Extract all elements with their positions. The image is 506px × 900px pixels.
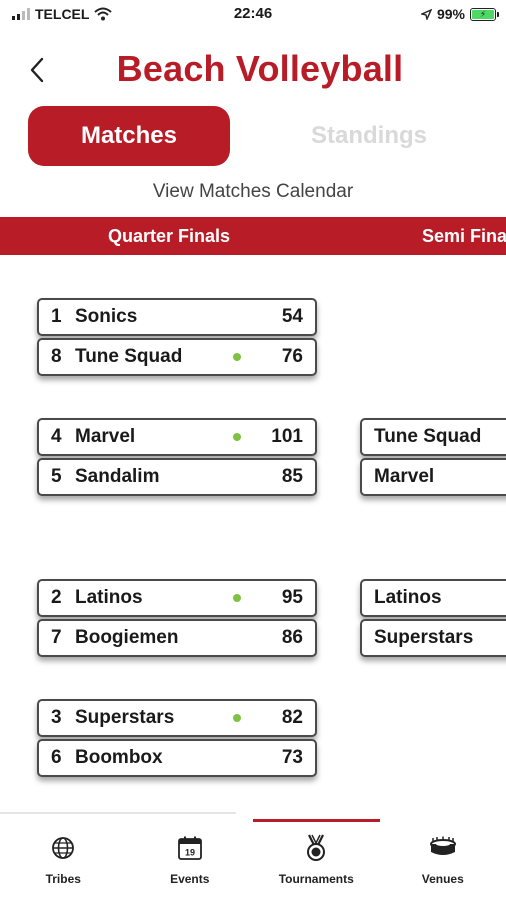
team-score: 76 (281, 346, 303, 367)
team-seed: 4 (51, 426, 62, 447)
team-name: Sonics (75, 306, 138, 327)
status-bar: TELCEL 22:46 99% ⚡ (0, 0, 506, 30)
team-row[interactable]: 4 Marvel 101 (37, 418, 317, 456)
team-name: Latinos (374, 587, 442, 608)
round-label-semi-finals[interactable]: Semi Finals (422, 217, 506, 255)
winner-dot (233, 353, 241, 361)
round-label-quarter-finals[interactable]: Quarter Finals (108, 217, 230, 255)
winner-dot (233, 594, 241, 602)
team-score: 82 (281, 707, 303, 728)
team-score: 54 (281, 306, 303, 327)
team-score: 101 (271, 426, 303, 447)
team-name: Superstars (75, 707, 175, 728)
team-name: Marvel (75, 426, 136, 447)
nav-item-tribes[interactable]: Tribes (0, 822, 127, 900)
team-seed: 1 (51, 306, 62, 327)
team-row[interactable]: 6 Boombox 73 (37, 739, 317, 777)
team-seed: 7 (51, 627, 62, 648)
team-name: Tune Squad (75, 346, 183, 367)
view-calendar-link[interactable]: View Matches Calendar (0, 181, 506, 203)
team-seed: 5 (51, 466, 62, 487)
team-row[interactable]: Tune Squad (360, 418, 506, 456)
medal-icon (302, 834, 330, 862)
calendar-icon: 19 (176, 834, 204, 862)
status-right: 99% ⚡ (420, 6, 499, 22)
page-title: Beach Volleyball (116, 48, 404, 89)
team-score: 86 (281, 627, 303, 648)
nav-divider (0, 812, 236, 814)
team-seed: 6 (51, 747, 62, 768)
team-name: Latinos (75, 587, 143, 608)
team-row[interactable]: Latinos (360, 579, 506, 617)
team-row[interactable]: Superstars (360, 619, 506, 657)
team-row[interactable]: 8 Tune Squad 76 (37, 338, 317, 376)
location-arrow-icon (420, 8, 432, 20)
nav-label: Tribes (45, 872, 81, 886)
team-name: Superstars (374, 627, 474, 648)
team-score: 73 (281, 747, 303, 768)
nav-label: Venues (421, 872, 464, 886)
battery-icon: ⚡ (470, 7, 499, 21)
charging-bolt-icon: ⚡ (472, 9, 494, 19)
team-name: Sandalim (75, 466, 160, 487)
globe-icon (49, 834, 77, 862)
team-row[interactable]: 1 Sonics 54 (37, 298, 317, 336)
team-score: 85 (281, 466, 303, 487)
team-name: Boombox (75, 747, 163, 768)
winner-dot (233, 433, 241, 441)
team-row[interactable]: 7 Boogiemen 86 (37, 619, 317, 657)
team-score: 95 (281, 587, 303, 608)
round-header-bar: Quarter Finals Semi Finals (0, 217, 506, 255)
team-name: Tune Squad (374, 426, 482, 447)
nav-label: Events (170, 872, 210, 886)
team-seed: 3 (51, 707, 62, 728)
winner-dot (233, 714, 241, 722)
team-row[interactable]: 5 Sandalim 85 (37, 458, 317, 496)
nav-label: Tournaments (278, 872, 354, 886)
team-row[interactable]: Marvel (360, 458, 506, 496)
team-seed: 8 (51, 346, 62, 367)
tab-standings[interactable]: Standings (268, 106, 470, 166)
nav-item-events[interactable]: 19 Events (127, 822, 254, 900)
team-row[interactable]: 3 Superstars 82 (37, 699, 317, 737)
stadium-icon (429, 834, 457, 862)
battery-percent: 99% (436, 6, 465, 22)
nav-item-venues[interactable]: Venues (380, 822, 506, 900)
tab-matches[interactable]: Matches (28, 106, 230, 166)
team-name: Marvel (374, 466, 435, 487)
calendar-day: 19 (185, 848, 195, 858)
nav-item-tournaments[interactable]: Tournaments (253, 822, 380, 900)
bracket: 1 Sonics 54 8 Tune Squad 76 4 Marvel 101… (0, 255, 506, 810)
bottom-nav: Tribes 19 Events Tournaments Venues (0, 822, 506, 900)
team-seed: 2 (51, 587, 62, 608)
team-name: Boogiemen (75, 627, 179, 648)
team-row[interactable]: 2 Latinos 95 (37, 579, 317, 617)
